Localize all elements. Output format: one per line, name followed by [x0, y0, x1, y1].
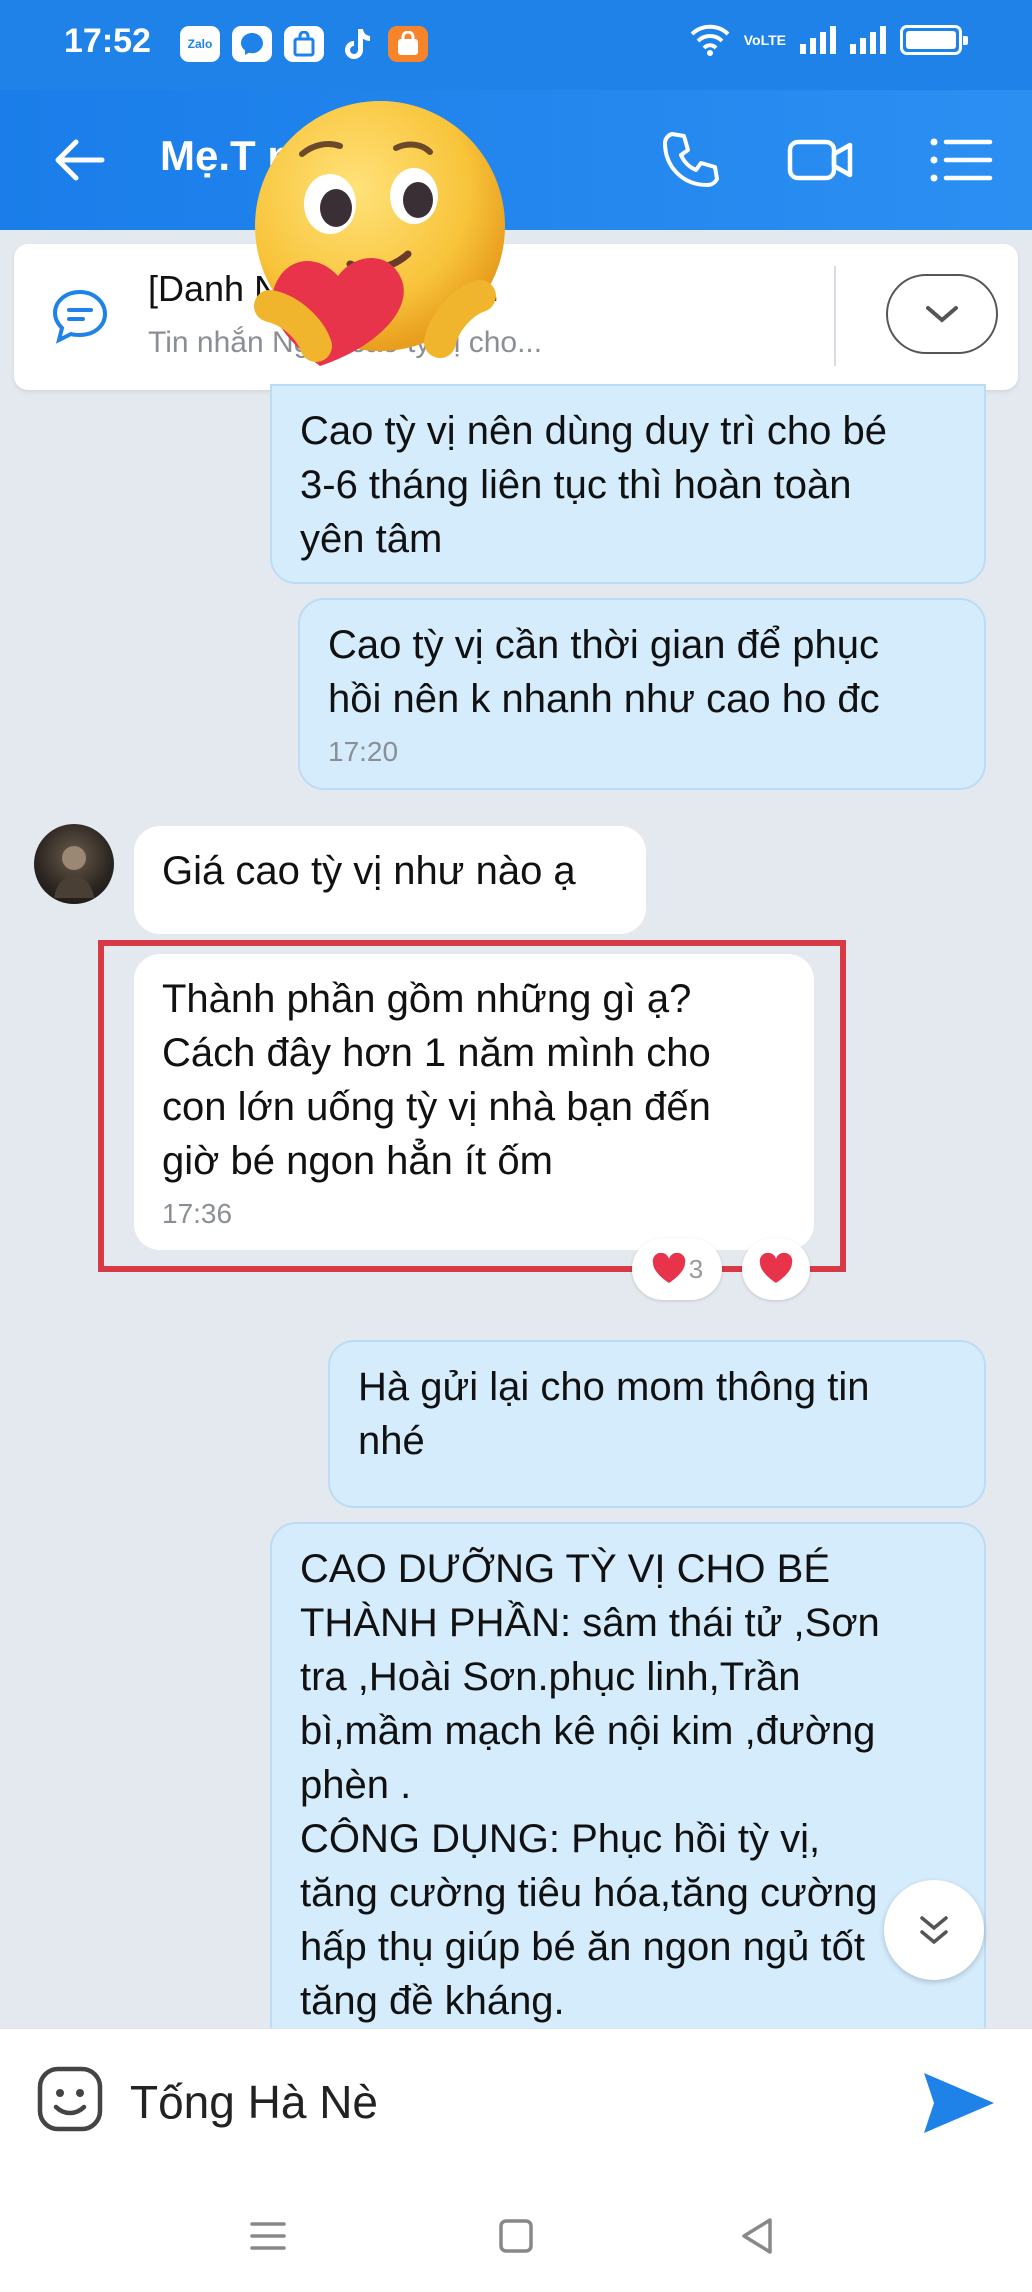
- tiktok-app-icon: [336, 26, 376, 62]
- chat-bubble-icon: [52, 289, 108, 344]
- message-bubble-outgoing[interactable]: Cao tỳ vị nên dùng duy trì cho bé 3-6 th…: [270, 384, 986, 584]
- message-input[interactable]: [130, 2067, 890, 2137]
- status-time: 17:52: [64, 22, 151, 60]
- status-bar: 17:52 Zalo VoLTE: [0, 0, 1032, 90]
- menu-list-icon[interactable]: [924, 124, 996, 196]
- message-bubble-outgoing[interactable]: Hà gửi lại cho mom thông tin nhé: [328, 1340, 986, 1508]
- expand-pinned-button[interactable]: [886, 274, 998, 354]
- message-time: 17:20: [328, 736, 399, 767]
- battery-icon: [900, 25, 968, 55]
- chevron-down-icon: [926, 306, 958, 323]
- signal-icon-2: [850, 26, 886, 54]
- shop-app-icon: [284, 26, 324, 62]
- status-app-icons: Zalo: [180, 26, 428, 62]
- reaction-summary[interactable]: 3: [632, 1238, 722, 1300]
- wifi-icon: [690, 24, 730, 56]
- shopee-app-icon: [388, 26, 428, 62]
- send-icon[interactable]: [918, 2067, 998, 2139]
- react-button[interactable]: [742, 1238, 810, 1300]
- highlight-box: [98, 940, 846, 1272]
- sticker-icon[interactable]: [34, 2063, 106, 2135]
- sender-avatar[interactable]: [34, 824, 114, 904]
- volte-label: VoLTE: [743, 31, 786, 48]
- message-text: Hà gửi lại cho mom thông tin nhé: [358, 1365, 870, 1463]
- zalo-app-icon: Zalo: [180, 26, 220, 62]
- message-text: Cao tỳ vị cần thời gian để phục hồi nên …: [328, 623, 880, 721]
- message-text: Giá cao tỳ vị như nào ạ: [162, 849, 576, 893]
- signal-icon-1: [800, 26, 836, 54]
- heart-icon: [652, 1253, 686, 1283]
- recent-apps-icon[interactable]: [240, 2208, 296, 2264]
- scroll-to-bottom-button[interactable]: [884, 1880, 984, 1980]
- back-nav-icon[interactable]: [730, 2208, 786, 2264]
- care-emoji-sticker: [254, 101, 505, 366]
- pinned-divider: [834, 266, 836, 366]
- message-bubble-outgoing[interactable]: CAO DƯỠNG TỲ VỊ CHO BÉ THÀNH PHẦN: sâm t…: [270, 1522, 986, 2052]
- back-arrow-icon[interactable]: [48, 130, 108, 190]
- home-icon[interactable]: [488, 2208, 544, 2264]
- message-bubble-incoming[interactable]: Giá cao tỳ vị như nào ạ: [134, 826, 646, 934]
- message-composer: [0, 2028, 1032, 2178]
- double-chevron-down-icon: [920, 1916, 948, 1945]
- heart-icon: [759, 1253, 793, 1283]
- video-call-icon[interactable]: [784, 124, 856, 196]
- message-bubble-outgoing[interactable]: Cao tỳ vị cần thời gian để phục hồi nên …: [298, 598, 986, 790]
- phone-icon[interactable]: [654, 124, 726, 196]
- status-indicators: VoLTE: [690, 24, 968, 56]
- system-nav-bar: [0, 2178, 1032, 2292]
- message-text: Cao tỳ vị nên dùng duy trì cho bé 3-6 th…: [300, 409, 888, 561]
- message-text: CAO DƯỠNG TỲ VỊ CHO BÉ THÀNH PHẦN: sâm t…: [300, 1547, 880, 2023]
- messenger-app-icon: [232, 26, 272, 62]
- reaction-count: 3: [688, 1253, 704, 1284]
